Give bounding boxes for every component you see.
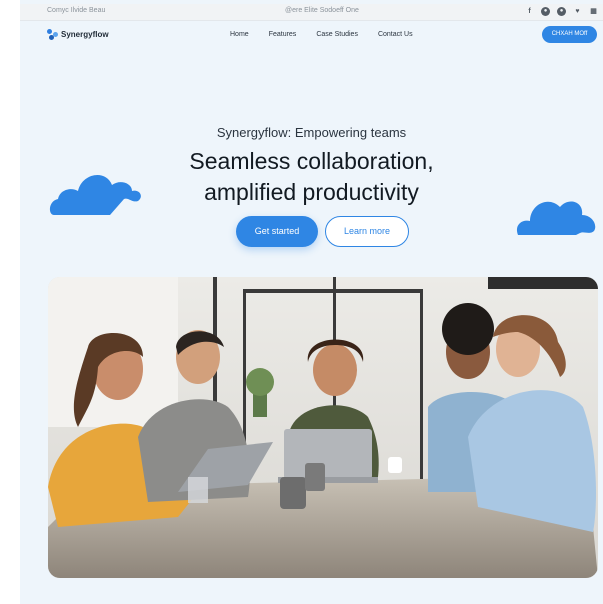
logo-text: Synergyflow bbox=[61, 30, 109, 39]
nav-cta-button[interactable]: CHXAH MOff bbox=[542, 26, 597, 43]
utility-left-text: Comyc Ilvide Beau bbox=[47, 7, 106, 14]
nav-link-home[interactable]: Home bbox=[230, 31, 249, 38]
linkedin-icon[interactable]: ▦ bbox=[589, 7, 598, 16]
hero-headline: Seamless collaboration, amplified produc… bbox=[20, 146, 603, 208]
circle-icon[interactable]: ● bbox=[541, 7, 550, 16]
get-started-button[interactable]: Get started bbox=[236, 216, 318, 247]
main-nav: Synergyflow Home Features Case Studies C… bbox=[20, 24, 603, 46]
nav-link-case-studies[interactable]: Case Studies bbox=[316, 31, 358, 38]
learn-more-button[interactable]: Learn more bbox=[325, 216, 409, 247]
circle-icon[interactable]: ● bbox=[557, 7, 566, 16]
hero-photo bbox=[48, 277, 598, 578]
hero-eyebrow: Synergyflow: Empowering teams bbox=[216, 125, 407, 140]
social-links: f ● ● ♥ ▦ bbox=[525, 7, 598, 16]
nav-link-features[interactable]: Features bbox=[269, 31, 297, 38]
nav-link-contact-us[interactable]: Contact Us bbox=[378, 31, 413, 38]
logo[interactable]: Synergyflow bbox=[47, 29, 109, 40]
utility-bar: Comyc Ilvide Beau @ere Elite Sodoeff One… bbox=[20, 4, 603, 21]
nav-links: Home Features Case Studies Contact Us bbox=[230, 31, 413, 38]
twitter-icon[interactable]: ♥ bbox=[573, 7, 582, 16]
page-frame: Comyc Ilvide Beau @ere Elite Sodoeff One… bbox=[20, 0, 603, 604]
hero-headline-line-1: Seamless collaboration, bbox=[189, 148, 434, 174]
facebook-icon[interactable]: f bbox=[525, 7, 534, 16]
utility-center-text: @ere Elite Sodoeff One bbox=[285, 7, 359, 14]
hero-headline-line-2: amplified productivity bbox=[204, 179, 419, 205]
logo-mark-icon bbox=[47, 29, 58, 40]
